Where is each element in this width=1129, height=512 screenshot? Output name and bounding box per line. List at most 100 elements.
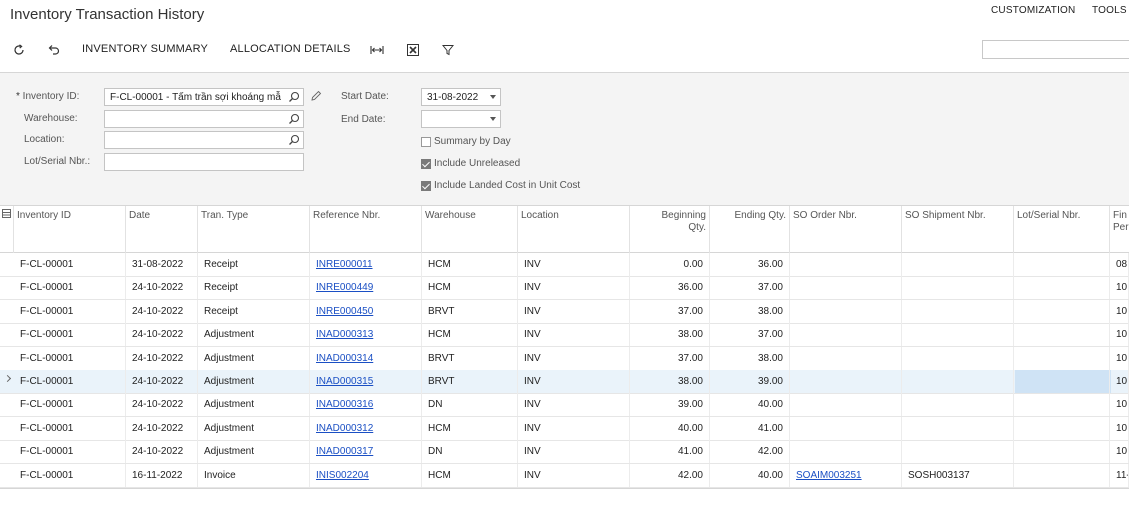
toolbar-search-input[interactable] [982, 40, 1129, 59]
cell-fin-period[interactable]: 10 [1110, 346, 1129, 370]
cell-ending-qty[interactable]: 38.00 [710, 346, 790, 370]
cell-beginning-qty[interactable]: 41.00 [630, 440, 710, 464]
warehouse-field[interactable] [104, 110, 304, 128]
cell-inventory-id[interactable]: F-CL-00001 [14, 299, 126, 323]
cell-so-order-nbr[interactable] [790, 323, 902, 347]
cell-lot-serial-nbr[interactable] [1014, 463, 1110, 487]
cell-so-shipment-nbr[interactable]: SOSH003137 [902, 463, 1014, 487]
lot-serial-field[interactable] [104, 153, 304, 171]
cell-fin-period[interactable]: 10 [1110, 440, 1129, 464]
cell-so-shipment-nbr[interactable] [902, 346, 1014, 370]
cell-so-shipment-nbr[interactable] [902, 323, 1014, 347]
allocation-details-button[interactable]: ALLOCATION DETAILS [230, 43, 351, 55]
table-row[interactable]: F-CL-00001 24-10-2022 Adjustment INAD000314… [0, 346, 1129, 371]
checkbox-box[interactable] [421, 136, 431, 147]
cell-fin-period[interactable]: 11- [1110, 463, 1129, 487]
cell-lot-serial-nbr[interactable] [1014, 440, 1110, 464]
cell-so-shipment-nbr[interactable] [902, 370, 1014, 393]
reference-nbr-link[interactable]: INAD000312 [316, 423, 373, 434]
cell-fin-period[interactable]: 10 [1110, 276, 1129, 300]
cell-so-shipment-nbr[interactable] [902, 393, 1014, 417]
cell-so-order-nbr[interactable] [790, 416, 902, 440]
table-row[interactable]: F-CL-00001 24-10-2022 Adjustment INAD000316… [0, 393, 1129, 418]
cell-beginning-qty[interactable]: 40.00 [630, 416, 710, 440]
tools-menu[interactable]: TOOLS [1092, 5, 1127, 16]
so-order-nbr-link[interactable]: SOAIM003251 [796, 470, 862, 481]
table-row[interactable]: F-CL-00001 24-10-2022 Adjustment INAD000315… [0, 370, 1129, 394]
col-tran-type[interactable]: Tran. Type [198, 206, 310, 253]
cell-so-shipment-nbr[interactable] [902, 276, 1014, 300]
cell-inventory-id[interactable]: F-CL-00001 [14, 393, 126, 417]
table-row[interactable]: F-CL-00001 24-10-2022 Receipt INRE000450 BRV… [0, 299, 1129, 324]
cell-inventory-id[interactable]: F-CL-00001 [14, 416, 126, 440]
cell-tran-type[interactable]: Adjustment [198, 370, 310, 393]
cell-date[interactable]: 24-10-2022 [126, 370, 198, 393]
reference-nbr-link[interactable]: INAD000316 [316, 399, 373, 410]
cell-lot-serial-nbr[interactable] [1014, 416, 1110, 440]
fit-columns-icon[interactable] [368, 41, 386, 59]
cell-ending-qty[interactable]: 39.00 [710, 370, 790, 393]
start-date-field[interactable]: 31-08-2022 [421, 88, 501, 106]
cell-lot-serial-nbr[interactable] [1014, 323, 1110, 347]
col-location[interactable]: Location [518, 206, 630, 253]
cell-so-order-nbr[interactable] [790, 393, 902, 417]
undo-icon[interactable] [44, 41, 62, 59]
table-row[interactable]: F-CL-00001 24-10-2022 Receipt INRE000449 HCM… [0, 276, 1129, 301]
cell-location[interactable]: INV [518, 323, 630, 347]
col-fin-period[interactable]: Fin Per [1110, 206, 1129, 253]
pencil-icon[interactable] [310, 90, 324, 104]
col-so-shipment-nbr[interactable]: SO Shipment Nbr. [902, 206, 1014, 253]
cell-warehouse[interactable]: HCM [422, 416, 518, 440]
cell-ending-qty[interactable]: 36.00 [710, 253, 790, 276]
cell-so-order-nbr[interactable] [790, 253, 902, 276]
cell-warehouse[interactable]: HCM [422, 463, 518, 487]
cell-beginning-qty[interactable]: 38.00 [630, 323, 710, 347]
cell-tran-type[interactable]: Adjustment [198, 440, 310, 464]
reference-nbr-link[interactable]: INRE000011 [316, 259, 373, 270]
cell-so-order-nbr[interactable] [790, 440, 902, 464]
cell-location[interactable]: INV [518, 346, 630, 370]
cell-warehouse[interactable]: HCM [422, 276, 518, 300]
cell-ending-qty[interactable]: 38.00 [710, 299, 790, 323]
col-lot-serial-nbr[interactable]: Lot/Serial Nbr. [1014, 206, 1110, 253]
excel-export-icon[interactable] [404, 41, 422, 59]
cell-tran-type[interactable]: Receipt [198, 253, 310, 276]
checkbox-box[interactable] [421, 158, 431, 169]
cell-fin-period[interactable]: 10 [1110, 393, 1129, 417]
refresh-icon[interactable] [10, 41, 28, 59]
cell-date[interactable]: 16-11-2022 [126, 463, 198, 487]
cell-inventory-id[interactable]: F-CL-00001 [14, 346, 126, 370]
include-landed-cost-checkbox[interactable]: Include Landed Cost in Unit Cost [421, 180, 580, 191]
col-reference-nbr[interactable]: Reference Nbr. [310, 206, 422, 253]
cell-so-shipment-nbr[interactable] [902, 299, 1014, 323]
cell-date[interactable]: 24-10-2022 [126, 276, 198, 300]
cell-beginning-qty[interactable]: 36.00 [630, 276, 710, 300]
cell-so-order-nbr[interactable] [790, 346, 902, 370]
reference-nbr-link[interactable]: INAD000315 [316, 376, 373, 387]
cell-lot-serial-nbr[interactable] [1014, 370, 1110, 393]
location-field[interactable] [104, 131, 304, 149]
cell-warehouse[interactable]: BRVT [422, 370, 518, 393]
cell-date[interactable]: 24-10-2022 [126, 346, 198, 370]
cell-ending-qty[interactable]: 37.00 [710, 323, 790, 347]
cell-fin-period[interactable]: 10 [1110, 416, 1129, 440]
cell-warehouse[interactable]: BRVT [422, 346, 518, 370]
cell-inventory-id[interactable]: F-CL-00001 [14, 276, 126, 300]
include-unreleased-checkbox[interactable]: Include Unreleased [421, 158, 520, 169]
cell-tran-type[interactable]: Adjustment [198, 416, 310, 440]
cell-date[interactable]: 24-10-2022 [126, 323, 198, 347]
cell-beginning-qty[interactable]: 38.00 [630, 370, 710, 393]
filter-icon[interactable] [439, 41, 457, 59]
reference-nbr-link[interactable]: INAD000317 [316, 446, 373, 457]
grid-settings-icon[interactable] [0, 206, 14, 253]
cell-lot-serial-nbr[interactable] [1014, 393, 1110, 417]
cell-date[interactable]: 24-10-2022 [126, 299, 198, 323]
cell-lot-serial-nbr[interactable] [1014, 276, 1110, 300]
cell-lot-serial-nbr[interactable] [1014, 346, 1110, 370]
cell-location[interactable]: INV [518, 416, 630, 440]
cell-warehouse[interactable]: HCM [422, 323, 518, 347]
inventory-summary-button[interactable]: INVENTORY SUMMARY [82, 43, 208, 55]
search-icon[interactable] [288, 113, 300, 125]
cell-fin-period[interactable]: 10 [1110, 323, 1129, 347]
cell-location[interactable]: INV [518, 463, 630, 487]
